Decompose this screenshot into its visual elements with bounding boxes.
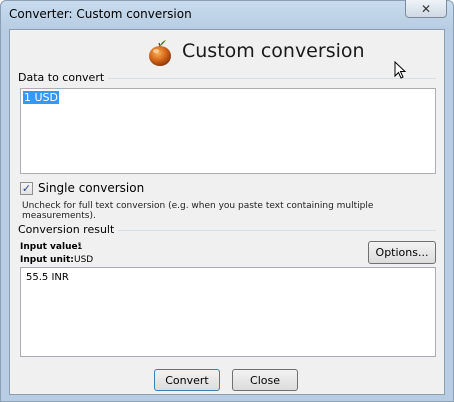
mouse-cursor-icon: [394, 61, 407, 79]
data-to-convert-label: Data to convert: [18, 71, 109, 84]
header-title: Custom conversion: [182, 40, 365, 62]
input-unit-label: Input unit:: [20, 255, 74, 265]
close-button[interactable]: Close: [232, 369, 298, 391]
check-icon: ✓: [21, 182, 32, 195]
input-value: 1: [77, 242, 83, 252]
dialog-client-area: Custom conversion Data to convert 1 USD …: [9, 29, 445, 395]
dialog-header: Custom conversion: [10, 30, 444, 72]
single-conversion-checkbox[interactable]: ✓: [20, 182, 33, 195]
converter-window: Converter: Custom conversion ✕ Custom co…: [0, 0, 454, 402]
input-unit: USD: [74, 255, 94, 265]
options-button[interactable]: Options...: [368, 241, 436, 264]
result-textarea[interactable]: 55.5 INR: [20, 267, 436, 357]
input-value-row: Input value:: [20, 242, 81, 252]
title-bar[interactable]: Converter: Custom conversion ✕: [1, 0, 453, 29]
data-input-value: 1 USD: [23, 91, 59, 104]
result-text: 55.5 INR: [26, 272, 69, 283]
window-close-button[interactable]: ✕: [405, 0, 447, 18]
single-conversion-label[interactable]: Single conversion: [38, 181, 144, 195]
data-input-textarea[interactable]: 1 USD: [20, 88, 436, 174]
orange-fruit-icon: [149, 40, 171, 66]
input-value-label: Input value:: [20, 242, 82, 252]
convert-button[interactable]: Convert: [154, 369, 220, 391]
single-conversion-hint: Uncheck for full text conversion (e.g. w…: [22, 201, 374, 221]
input-unit-row: Input unit:: [20, 255, 74, 265]
window-title: Converter: Custom conversion: [9, 7, 192, 21]
conversion-result-label: Conversion result: [18, 223, 119, 236]
close-icon: ✕: [420, 1, 432, 16]
